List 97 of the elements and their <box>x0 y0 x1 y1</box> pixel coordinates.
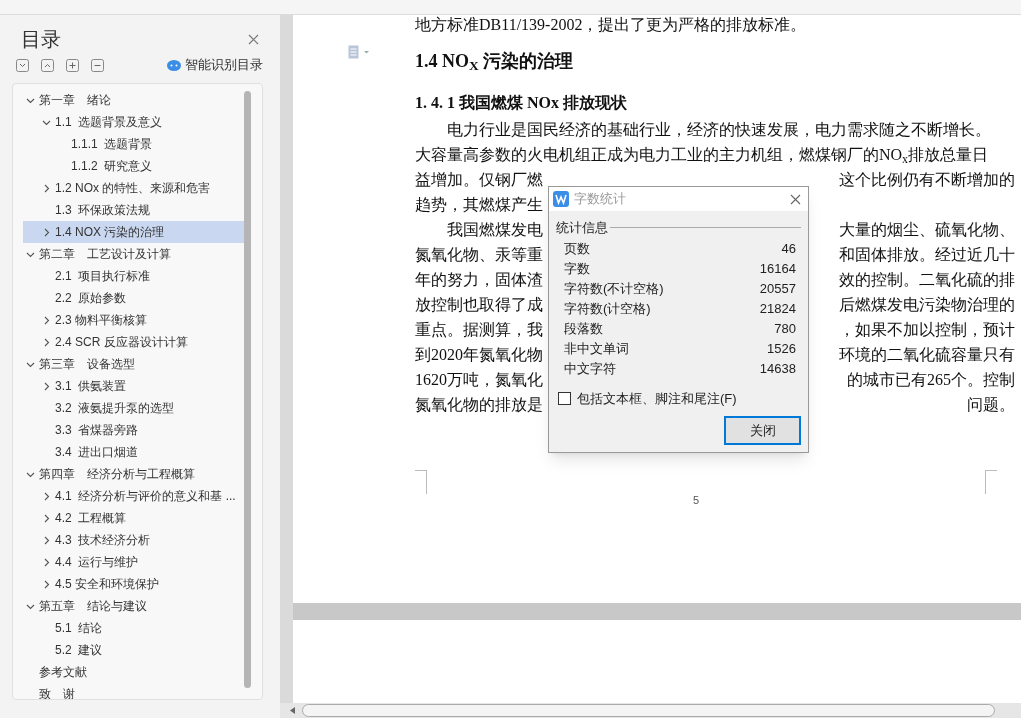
toc-item[interactable]: 3.2 液氨提升泵的选型 <box>23 397 245 419</box>
page-number: 5 <box>693 493 700 508</box>
stat-value: 780 <box>774 319 796 338</box>
panel-title: 目录 <box>21 27 61 52</box>
scrollbar[interactable] <box>244 91 251 688</box>
expand-all-icon[interactable] <box>41 58 54 72</box>
chevron-right-icon[interactable] <box>42 513 51 523</box>
chevron-right-icon[interactable] <box>42 227 51 237</box>
chevron-right-icon[interactable] <box>42 315 51 325</box>
body-text: 问题。 <box>967 394 1015 415</box>
close-icon[interactable] <box>790 193 801 205</box>
body-text: 效的控制。二氧化硫的排 <box>839 269 1015 290</box>
plus-icon[interactable] <box>66 58 79 72</box>
toc-item[interactable]: 2.1 项目执行标准 <box>23 265 245 287</box>
toc-item[interactable]: 致 谢 <box>23 683 245 699</box>
toc-item[interactable]: 2.2 原始参数 <box>23 287 245 309</box>
stat-label: 段落数 <box>564 319 603 338</box>
body-text: 地方标准DB11/139-2002，提出了更为严格的排放标准。 <box>415 15 808 35</box>
toc-item[interactable]: 第四章 经济分析与工程概算 <box>23 463 245 485</box>
corner-mark <box>415 470 427 494</box>
checkbox[interactable] <box>558 391 571 405</box>
body-text: 到2020年氮氧化物 <box>415 344 543 365</box>
stat-label: 字符数(计空格) <box>564 299 651 318</box>
toc-item[interactable]: 4.5 安全和环境保护 <box>23 573 245 595</box>
toc-item[interactable]: 2.4 SCR 反应器设计计算 <box>23 331 245 353</box>
toc-item[interactable]: 1.1.2 研究意义 <box>23 155 245 177</box>
body-text: 环境的二氧化硫容量只有 <box>839 344 1015 365</box>
close-button[interactable]: 关闭 <box>724 416 801 445</box>
toc-item[interactable]: 1.4 NOX 污染的治理 <box>23 221 245 243</box>
chevron-right-icon[interactable] <box>42 183 51 193</box>
toc-item[interactable]: 3.4 进出口烟道 <box>23 441 245 463</box>
stat-value: 46 <box>781 239 796 258</box>
subsection-heading: 1. 4. 1 我国燃煤 NOx 排放现状 <box>415 93 628 113</box>
corner-mark <box>985 470 997 494</box>
body-text: 重点。据测算，我 <box>415 319 543 340</box>
stat-value: 20557 <box>759 279 796 298</box>
chevron-right-icon[interactable] <box>42 381 51 391</box>
body-text: 1620万吨，氮氧化 <box>415 369 543 390</box>
chevron-right-icon[interactable] <box>42 557 51 567</box>
toc-item[interactable]: 3.3 省煤器旁路 <box>23 419 245 441</box>
minus-icon[interactable] <box>91 58 104 72</box>
chevron-right-icon[interactable] <box>42 491 51 501</box>
cloud-icon <box>167 59 181 71</box>
body-text: 氮氧化物的排放是 <box>415 394 543 415</box>
stat-label: 字符数(不计空格) <box>564 279 664 298</box>
toc-item[interactable]: 5.1 结论 <box>23 617 245 639</box>
toc-item[interactable]: 4.4 运行与维护 <box>23 551 245 573</box>
body-text: ，如果不加以控制，预计 <box>839 319 1015 340</box>
checkbox-label[interactable]: 包括文本框、脚注和尾注(F) <box>577 388 737 408</box>
app-logo-icon <box>553 191 569 207</box>
toc-item[interactable]: 第三章 设备选型 <box>23 353 245 375</box>
toc-item[interactable]: 1.1.1 选题背景 <box>23 133 245 155</box>
toc-item[interactable]: 参考文献 <box>23 661 245 683</box>
body-text: 氮氧化物、汞等重 <box>415 244 543 265</box>
toc-item[interactable]: 1.2 NOx 的特性、来源和危害 <box>23 177 245 199</box>
body-text: 这个比例仍有不断增加的 <box>839 169 1015 190</box>
toc-item[interactable]: 3.1 供氨装置 <box>23 375 245 397</box>
body-text: 电力行业是国民经济的基础行业，经济的快速发展，电力需求随之不断增长。 <box>446 119 991 140</box>
stat-value: 16164 <box>759 259 796 278</box>
body-text: 大容量高参数的火电机组正成为电力工业的主力机组，燃煤钢厂的NO$_{x}$排放总量日 <box>415 144 989 167</box>
scroll-left-icon[interactable] <box>290 707 296 714</box>
body-text: 年的努力，固体渣 <box>415 269 543 290</box>
dialog-title: 字数统计 <box>574 190 626 209</box>
toc-item[interactable]: 1.3 环保政策法规 <box>23 199 245 221</box>
toc-item[interactable]: 2.3 物料平衡核算 <box>23 309 245 331</box>
horizontal-scrollbar[interactable] <box>302 704 995 717</box>
body-text: 益增加。仅钢厂燃 <box>415 169 543 190</box>
close-icon[interactable] <box>248 33 259 45</box>
smart-toc-button[interactable]: 智能识别目录 <box>167 55 263 75</box>
collapse-all-icon[interactable] <box>16 58 29 72</box>
body-text: 放控制也取得了成 <box>415 294 543 315</box>
body-text: 和固体排放。经过近几十 <box>839 244 1015 265</box>
toc-item[interactable]: 4.1 经济分析与评价的意义和基 ... <box>23 485 245 507</box>
chevron-right-icon[interactable] <box>42 579 51 589</box>
body-text: 趋势，其燃煤产生 <box>415 194 543 215</box>
toc-item[interactable]: 第一章 绪论 <box>23 89 245 111</box>
stat-label: 非中文单词 <box>564 339 629 358</box>
toc-item[interactable]: 4.3 技术经济分析 <box>23 529 245 551</box>
group-label: 统计信息 <box>556 219 608 237</box>
toc-item[interactable]: 4.2 工程概算 <box>23 507 245 529</box>
body-text: 大量的烟尘、硫氧化物、 <box>839 219 1015 240</box>
section-heading: 1.4 NO$_{X}$ 污染的治理 <box>415 50 575 74</box>
stat-label: 中文字符 <box>564 359 616 378</box>
chevron-right-icon[interactable] <box>42 337 51 347</box>
toc-item[interactable]: 5.2 建议 <box>23 639 245 661</box>
body-text: 我国燃煤发电 <box>446 219 543 240</box>
body-text: 后燃煤发电污染物治理的 <box>839 294 1015 315</box>
stat-value: 1526 <box>767 339 796 358</box>
body-text: 的城市已有265个。控制 <box>847 369 1015 390</box>
stat-value: 21824 <box>759 299 796 318</box>
toc-item[interactable]: 第二章 工艺设计及计算 <box>23 243 245 265</box>
stat-label: 字数 <box>564 259 590 278</box>
toc-item[interactable]: 1.1 选题背景及意义 <box>23 111 245 133</box>
stat-value: 14638 <box>759 359 796 378</box>
chevron-right-icon[interactable] <box>42 535 51 545</box>
stat-label: 页数 <box>564 239 590 258</box>
toc-item[interactable]: 第五章 结论与建议 <box>23 595 245 617</box>
